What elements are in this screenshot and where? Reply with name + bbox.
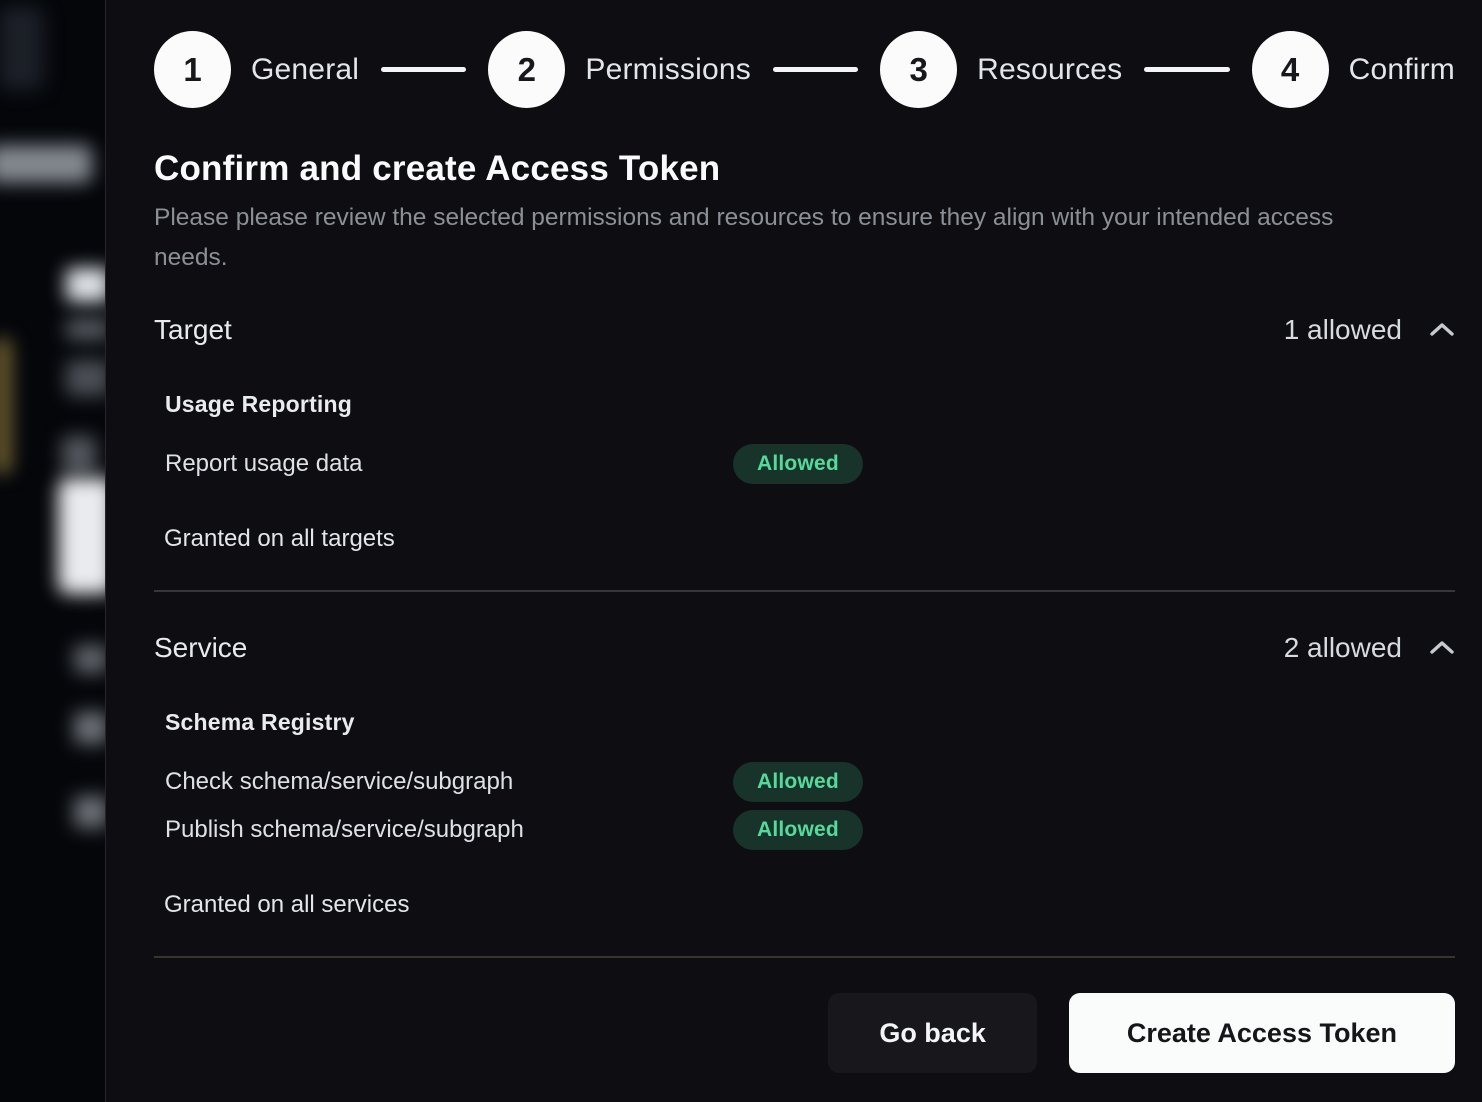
stepper-connector xyxy=(773,67,858,72)
step-4-circle: 4 xyxy=(1252,31,1329,108)
chevron-up-icon[interactable] xyxy=(1429,321,1455,339)
allowed-count: 1 allowed xyxy=(1284,314,1402,346)
create-access-token-modal: 1 General 2 Permissions 3 Resources 4 Co… xyxy=(105,0,1482,1102)
backdrop-text-blur xyxy=(66,318,105,340)
section-header-target[interactable]: Target 1 allowed xyxy=(154,314,1455,346)
footer-actions: Go back Create Access Token xyxy=(154,993,1455,1073)
permission-row: Report usage data Allowed xyxy=(165,444,1455,484)
backdrop-text-blur xyxy=(74,645,105,673)
step-1-label: General xyxy=(251,53,359,87)
backdrop-page xyxy=(0,0,105,1102)
permission-group-heading: Schema Registry xyxy=(165,709,1455,736)
granted-note: Granted on all services xyxy=(164,891,1455,919)
allowed-count: 2 allowed xyxy=(1284,632,1402,664)
step-resources[interactable]: 3 Resources xyxy=(880,31,1122,108)
backdrop-accent-blur xyxy=(0,338,12,474)
backdrop-heading-blur xyxy=(66,268,105,302)
stepper-connector xyxy=(381,67,466,72)
permission-label: Publish schema/service/subgraph xyxy=(165,816,733,844)
backdrop-card-blur xyxy=(58,478,105,594)
page-description: Please please review the selected permis… xyxy=(154,198,1384,278)
backdrop-nav-item-blur xyxy=(0,145,92,183)
section-header-service[interactable]: Service 2 allowed xyxy=(154,632,1455,664)
section-title: Service xyxy=(154,632,247,664)
section-summary: 1 allowed xyxy=(1284,314,1455,346)
section-summary: 2 allowed xyxy=(1284,632,1455,664)
wizard-stepper: 1 General 2 Permissions 3 Resources 4 Co… xyxy=(154,31,1455,108)
stepper-connector xyxy=(1144,67,1229,72)
backdrop-text-blur xyxy=(74,712,105,744)
step-2-label: Permissions xyxy=(585,53,751,87)
section-divider xyxy=(154,590,1455,592)
backdrop-logo-blur xyxy=(0,6,44,90)
status-badge: Allowed xyxy=(733,444,863,484)
permission-label: Check schema/service/subgraph xyxy=(165,768,733,796)
step-1-circle: 1 xyxy=(154,31,231,108)
status-badge: Allowed xyxy=(733,810,863,850)
status-badge: Allowed xyxy=(733,762,863,802)
step-general[interactable]: 1 General xyxy=(154,31,359,108)
backdrop-text-blur xyxy=(66,360,105,396)
granted-note: Granted on all targets xyxy=(164,525,1455,553)
step-3-label: Resources xyxy=(977,53,1122,87)
step-3-circle: 3 xyxy=(880,31,957,108)
page-title: Confirm and create Access Token xyxy=(154,149,1455,189)
chevron-up-icon[interactable] xyxy=(1429,639,1455,657)
step-2-circle: 2 xyxy=(488,31,565,108)
step-confirm[interactable]: 4 Confirm xyxy=(1252,31,1455,108)
permission-row: Publish schema/service/subgraph Allowed xyxy=(165,810,1455,850)
permission-label: Report usage data xyxy=(165,450,733,478)
section-title: Target xyxy=(154,314,232,346)
permission-row: Check schema/service/subgraph Allowed xyxy=(165,762,1455,802)
backdrop-text-blur xyxy=(74,796,105,828)
permission-group-heading: Usage Reporting xyxy=(165,391,1455,418)
step-4-label: Confirm xyxy=(1349,53,1455,87)
create-access-token-button[interactable]: Create Access Token xyxy=(1069,993,1455,1073)
go-back-button[interactable]: Go back xyxy=(828,993,1037,1073)
backdrop-icon-blur xyxy=(62,436,96,474)
footer-divider xyxy=(154,956,1455,958)
step-permissions[interactable]: 2 Permissions xyxy=(488,31,751,108)
